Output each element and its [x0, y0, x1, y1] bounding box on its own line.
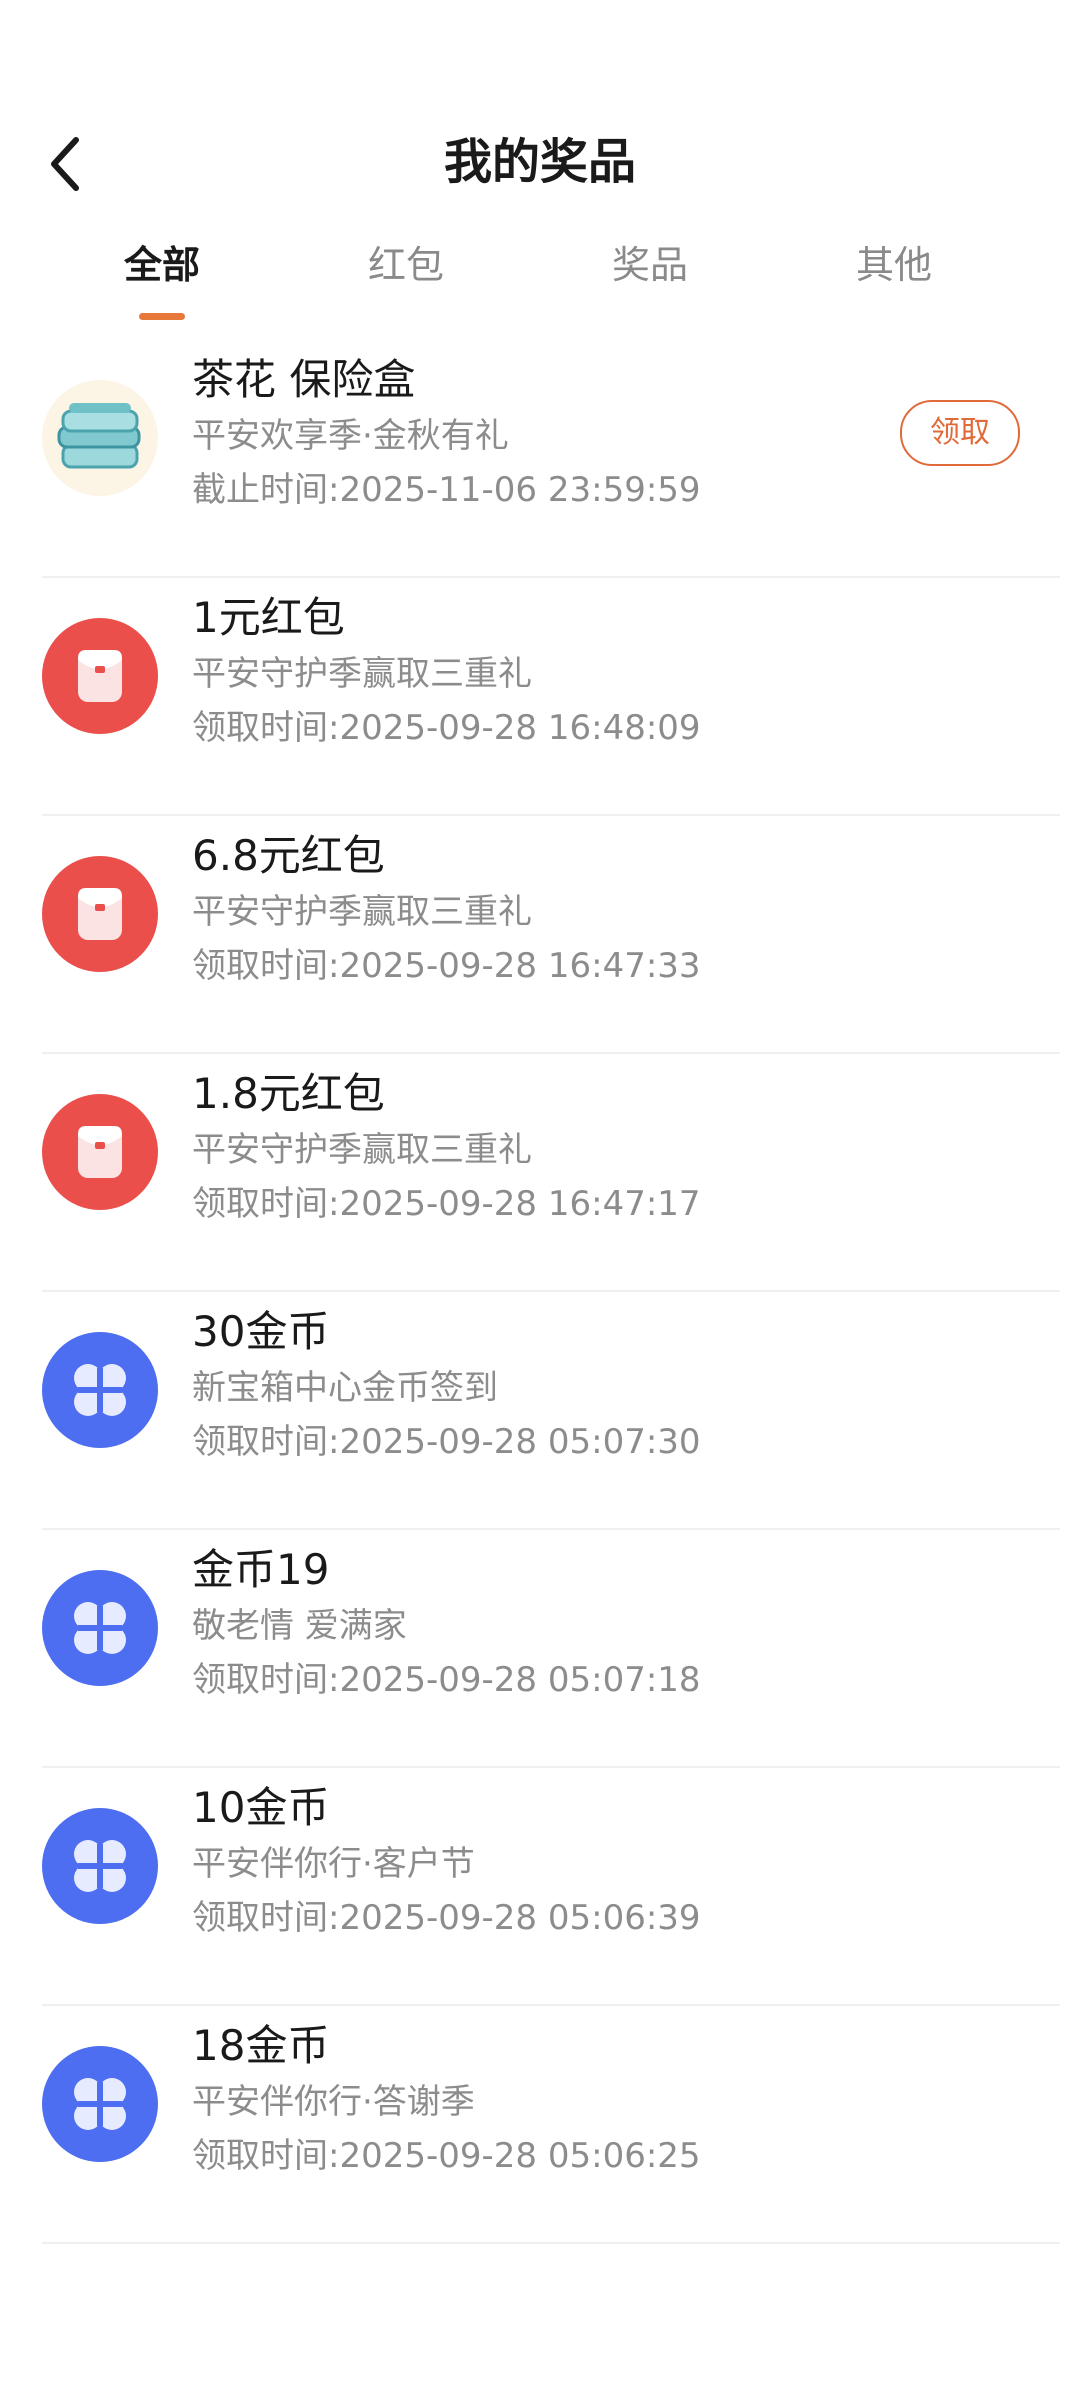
item-time: 领取时间:2025-09-28 05:06:39 [192, 1898, 701, 1938]
item-title: 1.8元红包 [192, 1069, 385, 1118]
list-item[interactable]: 18金币 平安伴你行·答谢季 领取时间:2025-09-28 05:06:25 [42, 2006, 1060, 2244]
item-title: 10金币 [192, 1783, 330, 1832]
item-subtitle: 平安守护季赢取三重礼 [192, 1130, 532, 1170]
item-time: 领取时间:2025-09-28 16:47:17 [192, 1184, 701, 1224]
item-subtitle: 平安守护季赢取三重礼 [192, 654, 532, 694]
list-item[interactable]: 6.8元红包 平安守护季赢取三重礼 领取时间:2025-09-28 16:47:… [42, 816, 1060, 1054]
item-time: 领取时间:2025-09-28 16:48:09 [192, 708, 701, 748]
list-item[interactable]: 1元红包 平安守护季赢取三重礼 领取时间:2025-09-28 16:48:09 [42, 578, 1060, 816]
item-subtitle: 新宝箱中心金币签到 [192, 1368, 498, 1408]
active-tab-indicator [139, 313, 185, 320]
coin-icon [42, 2046, 158, 2162]
list-item[interactable]: 金币19 敬老情 爱满家 领取时间:2025-09-28 05:07:18 [42, 1530, 1060, 1768]
item-subtitle: 平安守护季赢取三重礼 [192, 892, 532, 932]
item-time: 领取时间:2025-09-28 05:07:18 [192, 1660, 701, 1700]
header-bar: 我的奖品 [0, 110, 1080, 220]
prize-list: 茶花 保险盒 平安欢享季·金秋有礼 截止时间:2025-11-06 23:59:… [0, 340, 1080, 2244]
item-title: 18金币 [192, 2021, 330, 2070]
tab-label: 奖品 [611, 243, 688, 287]
list-item[interactable]: 茶花 保险盒 平安欢享季·金秋有礼 截止时间:2025-11-06 23:59:… [42, 340, 1060, 578]
item-title: 30金币 [192, 1307, 330, 1356]
item-subtitle: 平安伴你行·客户节 [192, 1844, 475, 1884]
item-subtitle: 平安欢享季·金秋有礼 [192, 416, 509, 456]
list-item[interactable]: 1.8元红包 平安守护季赢取三重礼 领取时间:2025-09-28 16:47:… [42, 1054, 1060, 1292]
tab-label: 其他 [855, 243, 932, 287]
red-envelope-icon [42, 1094, 158, 1210]
item-title: 1元红包 [192, 593, 345, 642]
item-title: 金币19 [192, 1545, 330, 1594]
item-time: 领取时间:2025-09-28 05:07:30 [192, 1422, 701, 1462]
item-title: 6.8元红包 [192, 831, 385, 880]
tab-label: 全部 [123, 243, 200, 287]
item-time: 领取时间:2025-09-28 16:47:33 [192, 946, 701, 986]
list-item[interactable]: 30金币 新宝箱中心金币签到 领取时间:2025-09-28 05:07:30 [42, 1292, 1060, 1530]
tab-bar: 全部 红包 奖品 其他 [0, 230, 1080, 320]
item-subtitle: 平安伴你行·答谢季 [192, 2082, 475, 2122]
tab-label: 红包 [367, 243, 444, 287]
storage-box-icon [42, 380, 158, 496]
claim-button[interactable]: 领取 [900, 400, 1020, 466]
item-time: 截止时间:2025-11-06 23:59:59 [192, 470, 701, 510]
page-title: 我的奖品 [443, 134, 636, 190]
list-item[interactable]: 10金币 平安伴你行·客户节 领取时间:2025-09-28 05:06:39 [42, 1768, 1060, 2006]
tab-all[interactable]: 全部 [62, 230, 262, 320]
tab-red-envelope[interactable]: 红包 [306, 230, 506, 320]
tab-other[interactable]: 其他 [794, 230, 994, 320]
item-title: 茶花 保险盒 [192, 355, 416, 404]
red-envelope-icon [42, 618, 158, 734]
tab-prizes[interactable]: 奖品 [550, 230, 750, 320]
item-time: 领取时间:2025-09-28 05:06:25 [192, 2136, 701, 2176]
item-subtitle: 敬老情 爱满家 [192, 1606, 407, 1646]
coin-icon [42, 1332, 158, 1448]
red-envelope-icon [42, 856, 158, 972]
coin-icon [42, 1570, 158, 1686]
coin-icon [42, 1808, 158, 1924]
